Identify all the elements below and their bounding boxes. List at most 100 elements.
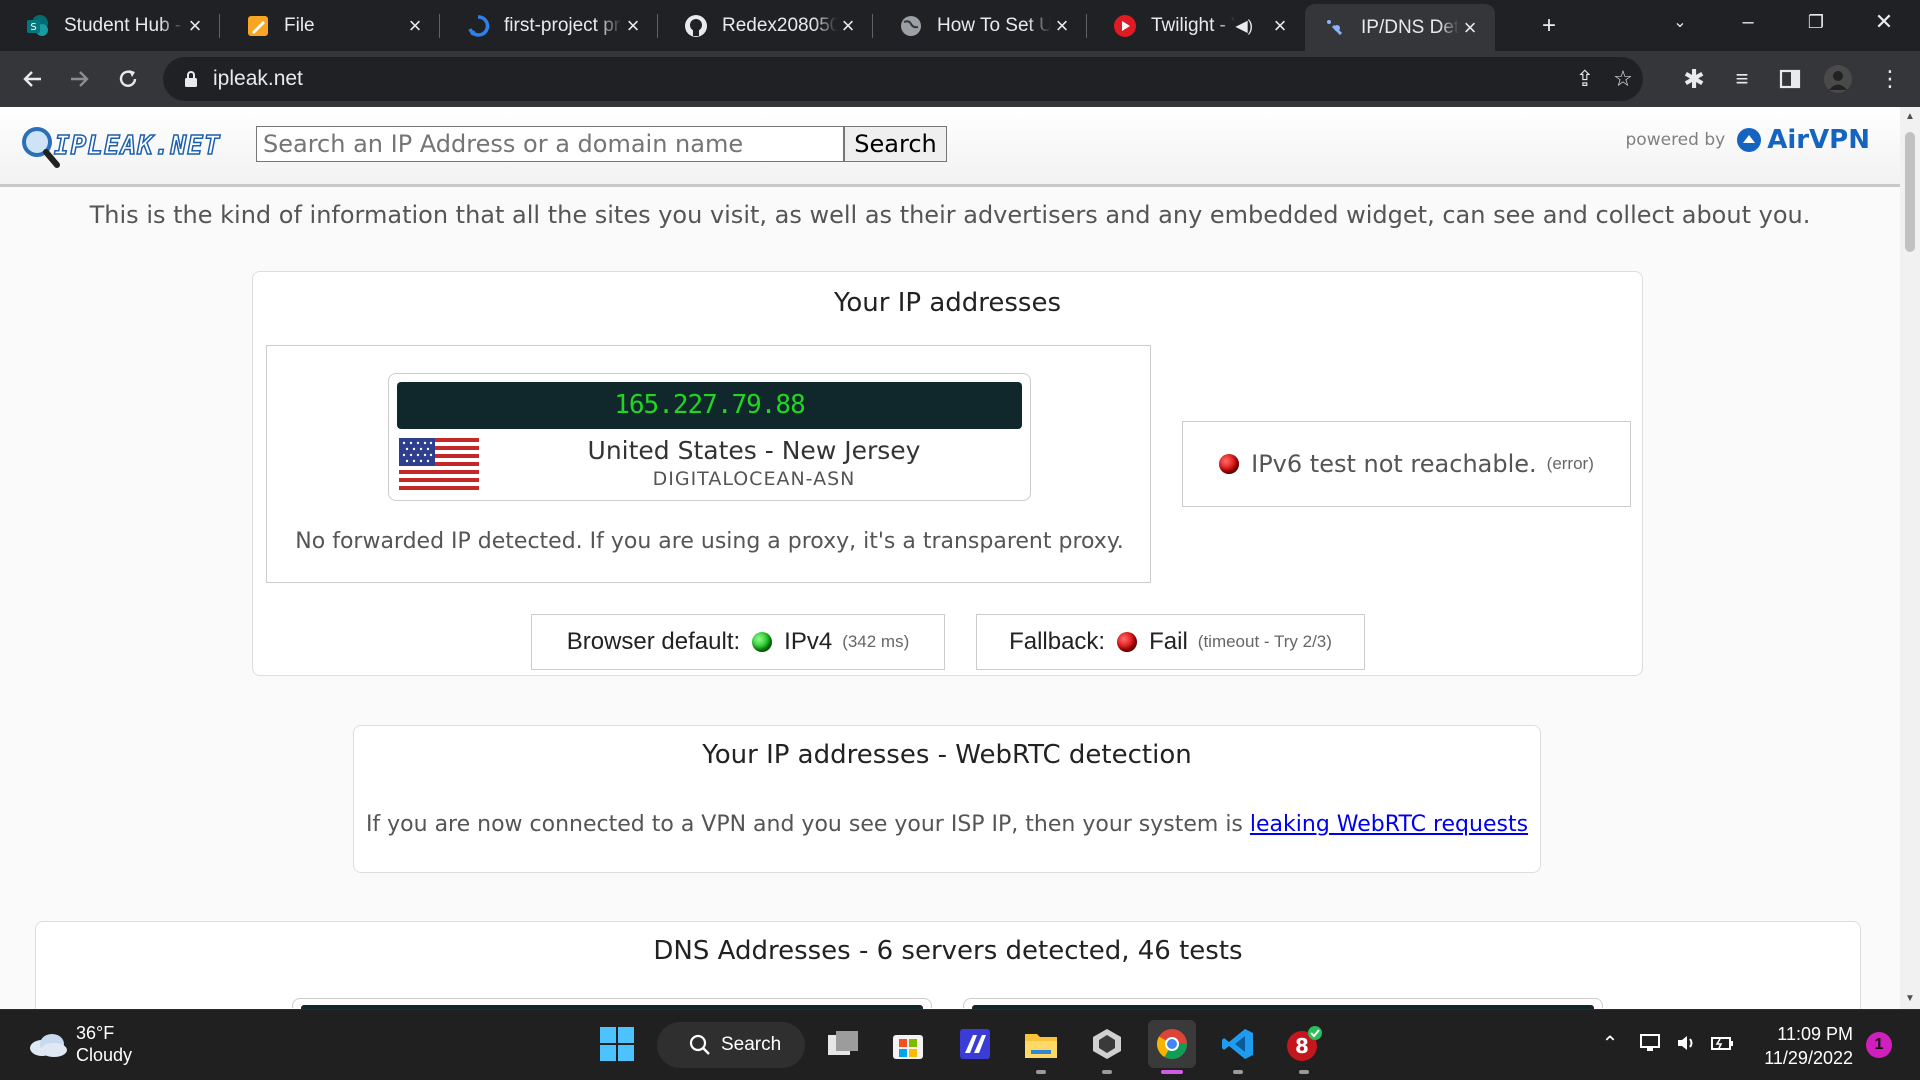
reading-list-icon[interactable]: ≡: [1726, 63, 1758, 95]
close-icon[interactable]: ×: [1269, 13, 1291, 38]
tab-title: Twilight - YouTube: [1151, 14, 1235, 36]
url-text: ipleak.net: [213, 67, 303, 90]
ip-search-input[interactable]: [256, 126, 844, 162]
fallback-label: Fallback:: [1009, 628, 1106, 655]
new-tab-button[interactable]: +: [1533, 10, 1565, 42]
app-8-icon[interactable]: 8: [1280, 1020, 1328, 1074]
tab-github[interactable]: Redex208050/first-project ×: [658, 0, 873, 51]
webrtc-note-text: If you are now connected to a VPN and yo…: [365, 812, 1243, 837]
tab-file[interactable]: File ×: [220, 0, 440, 51]
ip-asn: DIGITALOCEAN-ASN: [652, 468, 856, 490]
tab-twilight[interactable]: Twilight - YouTube ◀) ×: [1087, 0, 1305, 51]
tab-title: File: [284, 14, 315, 36]
vscode-icon[interactable]: [1214, 1020, 1262, 1074]
side-panel-icon[interactable]: [1774, 63, 1806, 95]
volume-icon[interactable]: [1672, 1028, 1702, 1058]
sharepoint-icon: S: [26, 14, 50, 38]
unity-hub-icon[interactable]: [1083, 1020, 1131, 1074]
notification-badge[interactable]: 1: [1866, 1032, 1892, 1058]
extensions-icon[interactable]: ✱: [1678, 63, 1710, 95]
reload-button[interactable]: [112, 63, 144, 95]
tab-first-project[interactable]: first-project preview ×: [440, 0, 658, 51]
tab-search-chevron-icon[interactable]: ⌄: [1652, 0, 1708, 44]
status-ok-icon: [752, 632, 773, 652]
start-button[interactable]: [593, 1020, 641, 1068]
back-button[interactable]: [16, 63, 48, 95]
clock-date: 11/29/2022: [1764, 1048, 1853, 1068]
speaker-icon[interactable]: ◀): [1235, 16, 1253, 36]
bookmark-star-icon[interactable]: ☆: [1611, 66, 1635, 91]
tab-title: How To Set Up: [937, 14, 1051, 36]
webrtc-leak-link[interactable]: leaking WebRTC requests: [1250, 812, 1528, 837]
tray-chevron-up-icon[interactable]: ⌃: [1595, 1028, 1625, 1058]
fallback-value: Fail: [1149, 628, 1188, 655]
browser-default-panel: Browser default: IPv4 (342 ms): [531, 614, 945, 670]
deploy-icon: [466, 14, 490, 38]
weather-temp: 36°F: [76, 1023, 115, 1043]
tab-student-hub[interactable]: S Student Hub - Home ×: [0, 0, 220, 51]
profile-avatar[interactable]: [1822, 63, 1854, 95]
tab-how-to-set-up[interactable]: How To Set Up ×: [873, 0, 1087, 51]
reload-icon: [119, 70, 137, 87]
forward-arrow-icon: [71, 71, 89, 87]
browser-default-value: IPv4: [784, 628, 833, 655]
browser-toolbar: ipleak.net ⇪ ☆ ✱ ≡ ⋮: [0, 51, 1920, 107]
airvpn-cloud-icon: [1737, 128, 1762, 152]
ipv6-panel: IPv6 test not reachable. (error): [1182, 421, 1631, 507]
powered-by-label: powered by: [1625, 130, 1726, 150]
ipleak-logo[interactable]: IPLEAK.NET: [20, 125, 225, 171]
page-viewport: IPLEAK.NET Search powered by AirVPN This…: [0, 107, 1900, 1009]
ip-address-display[interactable]: 165.227.79.88: [397, 382, 1022, 429]
restore-button[interactable]: ❐: [1788, 0, 1844, 44]
dns-card-title: DNS Addresses - 6 servers detected, 46 t…: [653, 936, 1243, 966]
ip-addresses-card: Your IP addresses 165.227.79.88 United S…: [252, 271, 1643, 676]
windows-taskbar: 36°F Cloudy Search 8 ⌃ 11:09 PM 11/29/20…: [0, 1009, 1920, 1080]
scroll-up-icon[interactable]: ▲: [1904, 111, 1916, 123]
file-explorer-icon[interactable]: [1017, 1020, 1065, 1074]
browser-default-label: Browser default:: [566, 628, 741, 655]
kebab-menu-icon[interactable]: ⋮: [1874, 63, 1906, 95]
svg-text:S: S: [30, 22, 36, 33]
ip-location: United States - New Jersey: [587, 436, 921, 465]
close-icon[interactable]: ×: [184, 13, 206, 38]
address-bar[interactable]: ipleak.net ⇪ ☆: [163, 57, 1643, 101]
microsoft-store-icon[interactable]: [884, 1020, 932, 1068]
close-window-button[interactable]: ✕: [1856, 0, 1912, 44]
browser-default-detail: (342 ms): [842, 632, 910, 651]
network-icon[interactable]: [1636, 1028, 1666, 1058]
forward-button[interactable]: [64, 63, 96, 95]
airvpn-logo: AirVPN: [1735, 125, 1870, 155]
weather-condition: Cloudy: [76, 1045, 133, 1065]
close-icon[interactable]: ×: [837, 13, 859, 38]
chrome-icon[interactable]: [1148, 1020, 1196, 1074]
search-icon: [689, 1034, 710, 1055]
ip-card-title: Your IP addresses: [833, 288, 1062, 318]
mathtype-icon[interactable]: [951, 1020, 999, 1068]
close-icon[interactable]: ×: [1459, 15, 1481, 40]
status-error-icon: [1117, 632, 1138, 652]
fallback-detail: (timeout - Try 2/3): [1197, 632, 1332, 651]
search-button[interactable]: Search: [844, 126, 947, 162]
system-clock[interactable]: 11:09 PM 11/29/2022: [1753, 1022, 1853, 1070]
us-flag-icon: [399, 438, 479, 490]
fallback-panel: Fallback: Fail (timeout - Try 2/3): [976, 614, 1365, 670]
powered-by[interactable]: powered by AirVPN: [1626, 125, 1870, 155]
close-icon[interactable]: ×: [404, 13, 426, 38]
taskbar-search-label: Search: [721, 1034, 782, 1055]
ipv4-panel: 165.227.79.88 United States - New Jersey…: [266, 345, 1151, 583]
share-icon[interactable]: ⇪: [1573, 66, 1597, 91]
close-icon[interactable]: ×: [1051, 13, 1073, 38]
forwarded-ip-note: No forwarded IP detected. If you are usi…: [295, 529, 1124, 554]
battery-icon[interactable]: [1708, 1028, 1738, 1058]
scrollbar-thumb[interactable]: [1905, 132, 1915, 252]
minimize-button[interactable]: –: [1720, 0, 1776, 44]
page-scrollbar[interactable]: ▲ ▼: [1900, 107, 1920, 1009]
close-icon[interactable]: ×: [622, 13, 644, 38]
taskbar-search[interactable]: Search: [657, 1022, 805, 1068]
tab-strip: S Student Hub - Home × File × first-proj…: [0, 0, 1920, 51]
tab-ipleak-active[interactable]: IP/DNS Detect ×: [1305, 4, 1495, 51]
lock-icon: [185, 71, 197, 87]
task-view-icon[interactable]: [819, 1020, 867, 1068]
weather-widget[interactable]: 36°F Cloudy: [28, 1022, 132, 1066]
scroll-down-icon[interactable]: ▼: [1904, 993, 1916, 1005]
